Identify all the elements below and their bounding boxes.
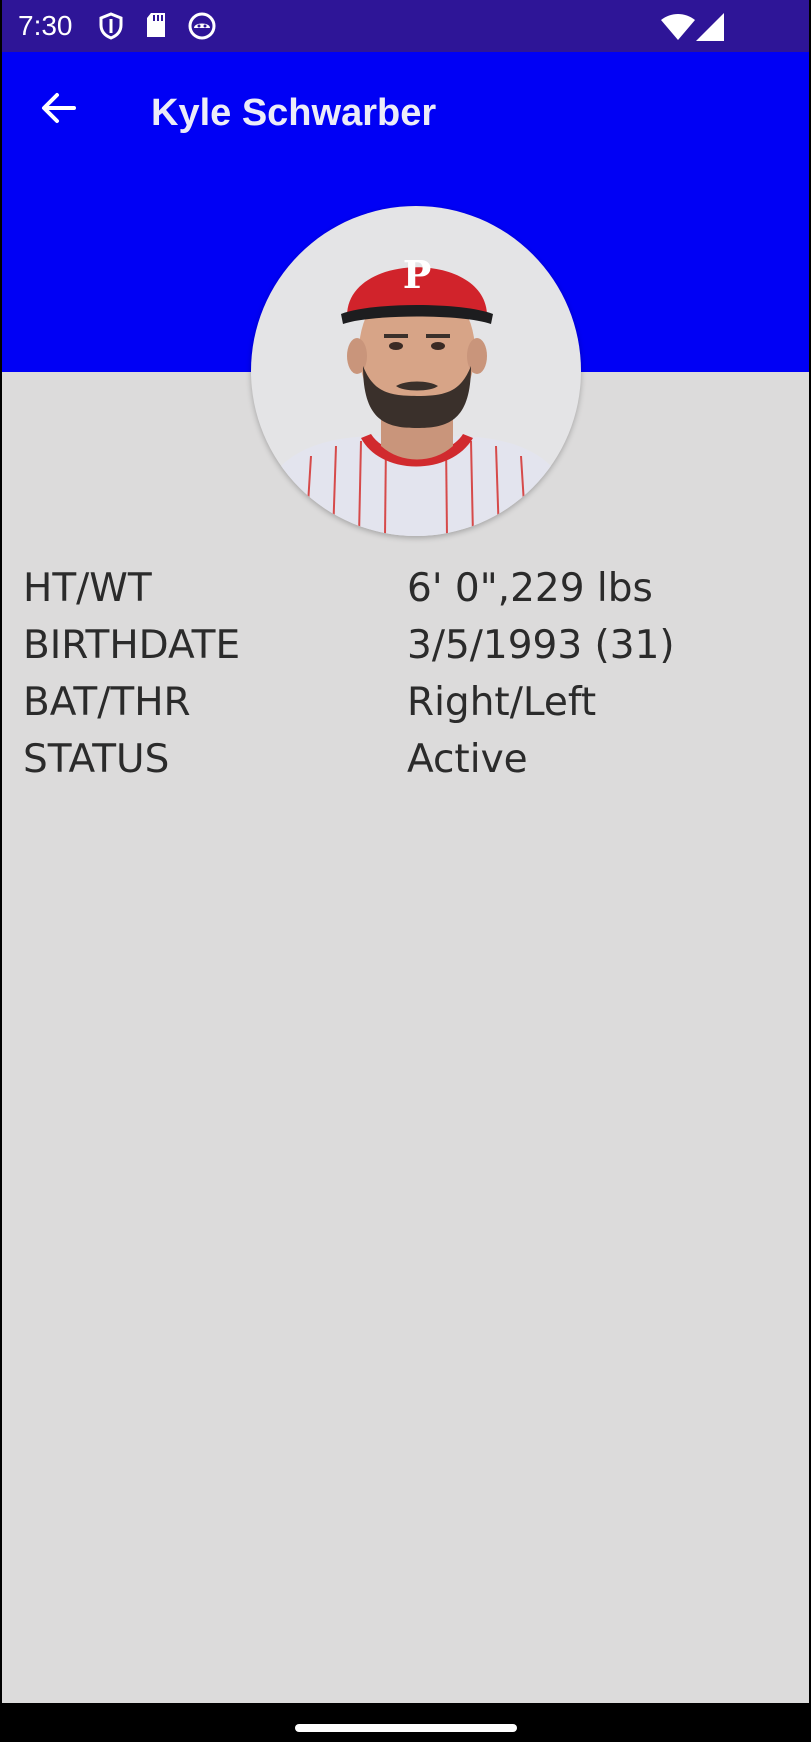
player-headshot-image: P [251,252,581,536]
birthdate-label: BIRTHDATE [23,623,241,668]
bat-throw-value: Right/Left [407,680,597,725]
status-bar: 7:30 [2,0,809,52]
avatar: P [251,206,581,536]
android-debug-icon [188,12,216,44]
home-gesture-handle[interactable] [295,1724,517,1732]
navigation-bar [0,1703,811,1742]
info-row-birthdate: BIRTHDATE 3/5/1993 (31) [23,617,783,674]
status-label: STATUS [23,737,170,782]
svg-text:P: P [403,252,432,297]
cell-signal-icon [696,13,724,45]
arrow-back-icon [42,93,76,123]
info-row-height-weight: HT/WT 6' 0",229 lbs [23,560,783,617]
shield-icon [99,12,123,44]
back-button[interactable] [30,80,86,136]
wifi-icon [661,14,695,44]
bat-throw-label: BAT/THR [23,680,191,725]
player-detail-screen: 7:30 Kyle Schwarber P HT/WT 6' 0",229 lb… [2,0,809,1742]
player-info-table: HT/WT 6' 0",229 lbs BIRTHDATE 3/5/1993 (… [23,560,783,788]
status-value: Active [407,737,528,782]
status-time: 7:30 [18,10,73,41]
info-row-status: STATUS Active [23,731,783,788]
birthdate-value: 3/5/1993 (31) [407,623,675,668]
height-weight-value: 6' 0",229 lbs [407,566,653,611]
info-row-bat-throw: BAT/THR Right/Left [23,674,783,731]
page-title: Kyle Schwarber [151,92,437,134]
sd-card-icon [145,12,167,42]
height-weight-label: HT/WT [23,566,152,611]
